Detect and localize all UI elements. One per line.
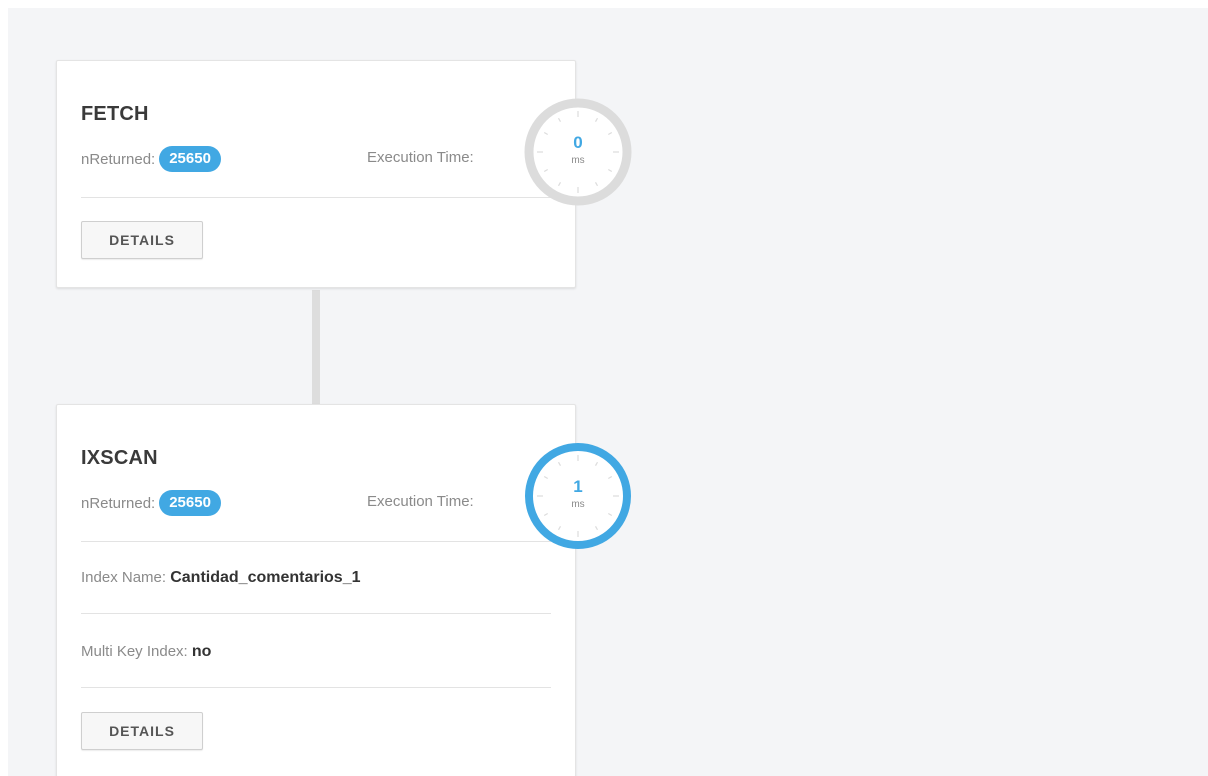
multi-key-label: Multi Key Index: [81, 643, 188, 660]
index-name-label: Index Name: [81, 569, 167, 586]
execution-time-unit: ms [571, 499, 585, 510]
execution-time-clock: 1 ms [523, 441, 633, 551]
execution-time-label: Execution Time: [367, 149, 474, 166]
stage-card-ixscan: IXSCAN nReturned: 25650 Execution Time: … [56, 404, 631, 776]
stage-title: FETCH [81, 103, 149, 125]
clock-dial-icon [524, 98, 632, 206]
n-returned-badge: 25650 [159, 146, 221, 172]
stage-card-fetch: FETCH nReturned: 25650 Execution Time: D… [56, 60, 632, 288]
execution-time-unit: ms [571, 155, 585, 166]
multi-key-row: Multi Key Index: no [81, 643, 211, 661]
n-returned-label: nReturned: [81, 494, 156, 512]
n-returned-row: nReturned: 25650 [81, 489, 221, 517]
details-button[interactable]: DETAILS [81, 221, 203, 259]
execution-time-value: 0 [573, 133, 583, 152]
n-returned-badge: 25650 [159, 490, 221, 516]
multi-key-value: no [191, 643, 212, 660]
clock-dial-icon [525, 443, 631, 549]
divider [81, 687, 551, 688]
explain-plan-canvas: FETCH nReturned: 25650 Execution Time: D… [8, 8, 1208, 776]
index-name-value: Cantidad_comentarios_1 [170, 569, 361, 586]
index-name-row: Index Name: Cantidad_comentarios_1 [81, 569, 361, 587]
divider [81, 197, 551, 198]
stage-connector [312, 290, 320, 410]
n-returned-label: nReturned: [81, 150, 156, 168]
execution-time-value: 1 [573, 477, 583, 496]
details-button[interactable]: DETAILS [81, 712, 203, 750]
n-returned-row: nReturned: 25650 [81, 145, 221, 173]
divider [81, 613, 551, 614]
execution-time-clock: 0 ms [523, 97, 633, 207]
stage-title: IXSCAN [81, 447, 158, 469]
divider [81, 541, 551, 542]
execution-time-label: Execution Time: [367, 493, 474, 510]
